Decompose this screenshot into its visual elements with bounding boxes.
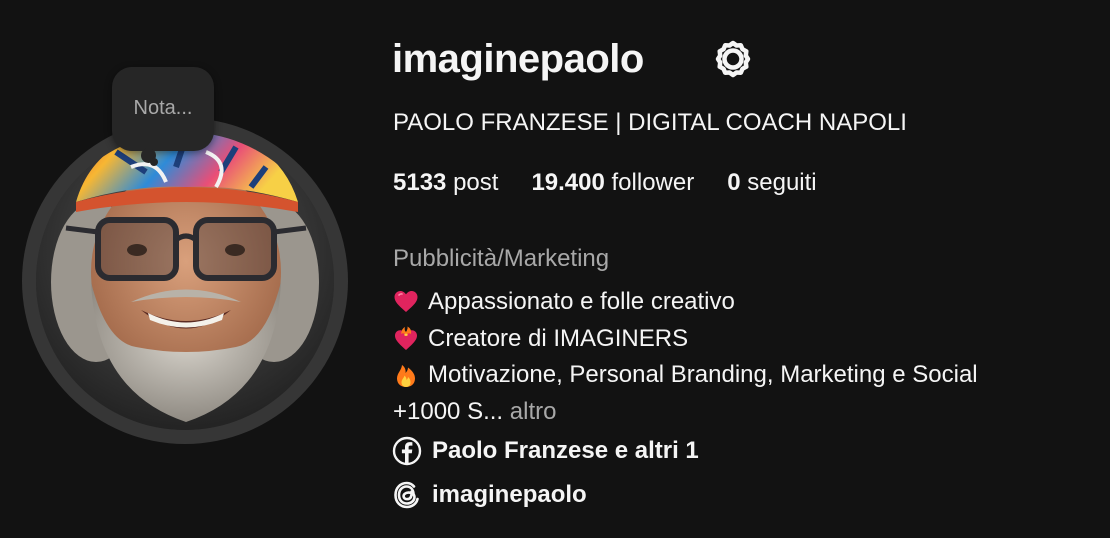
bio-line: +1000 S... altro — [393, 394, 978, 431]
profile-avatar[interactable] — [36, 132, 334, 430]
bio-line: Creatore di IMAGINERS — [393, 321, 978, 358]
threads-icon — [394, 481, 419, 509]
bio-line-text: Creatore di IMAGINERS — [428, 324, 689, 352]
bio-line-text: Appassionato e folle creativo — [428, 288, 735, 315]
avatar-photo — [36, 132, 334, 430]
facebook-link-label: Paolo Franzese e altri 1 — [432, 437, 699, 464]
following-count-value: 0 — [727, 169, 741, 196]
bio-line: Motivazione, Personal Branding, Marketin… — [393, 357, 978, 394]
note-bubble-tail-small — [150, 158, 158, 166]
bio-more-link[interactable]: altro — [510, 394, 557, 431]
options-button[interactable] — [710, 36, 756, 82]
threads-link-label: imaginepaolo — [432, 481, 587, 508]
followers-link[interactable]: 19.400 follower — [531, 166, 694, 200]
heart-on-fire-icon — [395, 326, 417, 350]
following-link[interactable]: 0 seguiti — [727, 166, 816, 200]
bio-line-text: Motivazione, Personal Branding, Marketin… — [428, 361, 978, 388]
profile-category: Pubblicità/Marketing — [393, 245, 610, 272]
followers-count-label: follower — [611, 169, 695, 196]
fire-icon — [397, 365, 415, 388]
gear-icon — [715, 40, 751, 78]
posts-count-value: 5133 — [393, 169, 447, 196]
profile-full-name: PAOLO FRANZESE | DIGITAL COACH NAPOLI — [393, 109, 907, 136]
profile-bio: Appassionato e folle creativo Creatore d… — [393, 284, 978, 430]
profile-stats: 5133 post 19.400 follower 0 seguiti — [393, 166, 817, 200]
note-bubble[interactable]: Nota... — [112, 67, 214, 151]
posts-count-label: post — [453, 169, 499, 196]
facebook-link[interactable]: Paolo Franzese e altri 1 — [392, 436, 699, 466]
profile-username: imaginepaolo — [392, 37, 644, 81]
following-count-label: seguiti — [747, 169, 817, 196]
posts-count[interactable]: 5133 post — [393, 166, 498, 200]
bio-line: Appassionato e folle creativo — [393, 284, 978, 321]
facebook-icon — [392, 436, 422, 466]
note-text: Nota... — [133, 97, 193, 119]
bio-line-text: +1000 S... — [393, 397, 504, 425]
red-heart-icon — [394, 291, 418, 313]
threads-link[interactable]: imaginepaolo — [392, 480, 587, 510]
followers-count-value: 19.400 — [531, 169, 605, 196]
